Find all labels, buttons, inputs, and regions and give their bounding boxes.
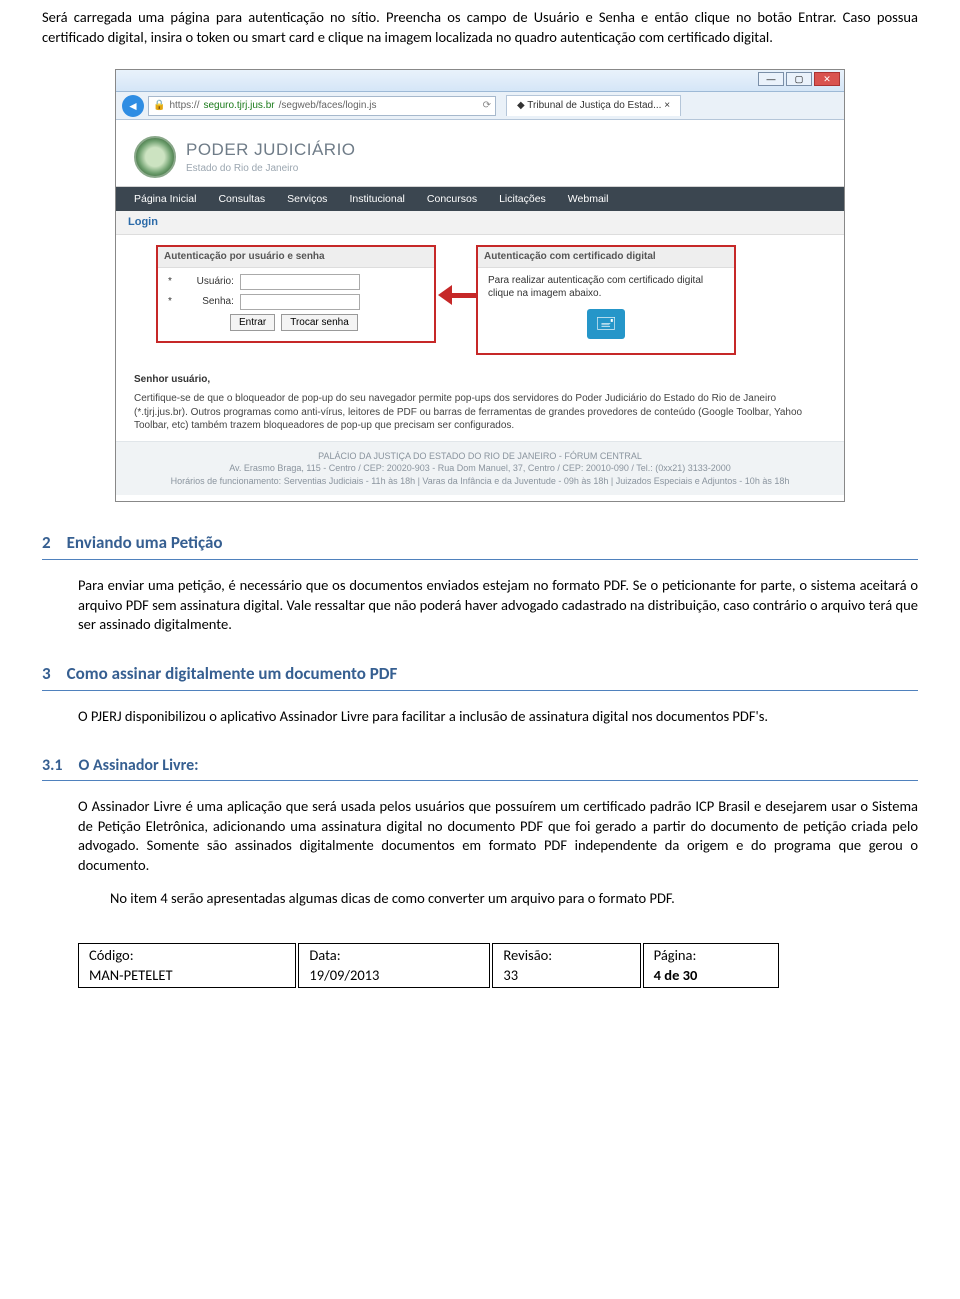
menu-item[interactable]: Concursos: [427, 192, 477, 206]
auth-row: Autenticação por usuário e senha * Usuár…: [116, 235, 844, 365]
url-field[interactable]: 🔒 https:// seguro.tjrj.jus.br/segweb/face…: [148, 96, 496, 116]
section-3-1-text: O Assinador Livre é uma aplicação que se…: [78, 797, 918, 875]
required-mark: *: [168, 275, 172, 289]
box-heading-left: Autenticação por usuário e senha: [158, 247, 434, 268]
main-menu: Página Inicial Consultas Serviços Instit…: [116, 187, 844, 211]
doc-footer-table: Código: MAN-PETELET Data: 19/09/2013 Rev…: [78, 943, 779, 988]
cell-data: Data: 19/09/2013: [297, 943, 491, 987]
site-title-block: PODER JUDICIÁRIO Estado do Rio de Janeir…: [186, 139, 356, 175]
section-3-body: O PJERJ disponibilizou o aplicativo Assi…: [78, 707, 918, 727]
close-button[interactable]: ✕: [814, 72, 840, 86]
site-footer: PALÁCIO DA JUSTIÇA DO ESTADO DO RIO DE J…: [116, 441, 844, 496]
codigo-label: Código:: [89, 946, 134, 964]
maximize-button[interactable]: ▢: [786, 72, 812, 86]
cell-codigo: Código: MAN-PETELET: [79, 943, 298, 987]
tab-favicon: ◆: [517, 100, 527, 111]
pagina-value: 4 de 30: [654, 966, 768, 986]
site-header: PODER JUDICIÁRIO Estado do Rio de Janeir…: [116, 130, 844, 187]
entrar-button[interactable]: Entrar: [230, 314, 275, 331]
url-path: /segweb/faces/login.js: [279, 99, 377, 113]
data-value: 19/09/2013: [309, 966, 479, 986]
notice-message: Certifique-se de que o bloqueador de pop…: [134, 392, 826, 433]
data-label: Data:: [309, 946, 340, 964]
revisao-value: 33: [503, 966, 629, 986]
label-usuario: Usuário:: [178, 275, 234, 289]
cell-pagina: Página: 4 de 30: [642, 943, 779, 987]
section-3-1-body: O Assinador Livre é uma aplicação que se…: [78, 797, 918, 875]
seal-icon: [134, 136, 176, 178]
menu-item[interactable]: Página Inicial: [134, 192, 196, 206]
footer-line-3: Horários de funcionamento: Serventias Ju…: [128, 475, 832, 488]
site-title: PODER JUDICIÁRIO: [186, 139, 356, 162]
pagina-label: Página:: [654, 946, 697, 964]
lock-icon: 🔒: [153, 99, 165, 113]
section-3-1-text-2: No item 4 serão apresentadas algumas dic…: [110, 889, 918, 909]
section-2-text: Para enviar uma petição, é necessário qu…: [78, 576, 918, 635]
senha-input[interactable]: [240, 294, 360, 310]
tab-title: Tribunal de Justiça do Estad...: [527, 100, 661, 111]
section-3-1-body-2: No item 4 serão apresentadas algumas dic…: [110, 889, 918, 909]
menu-item[interactable]: Licitações: [499, 192, 546, 206]
auth-cert-box: Autenticação com certificado digital Par…: [476, 245, 736, 355]
notice-greeting: Senhor usuário,: [134, 373, 826, 387]
section-2-title: Enviando uma Petição: [67, 532, 223, 555]
section-2-heading: 2 Enviando uma Petição: [42, 530, 918, 560]
page-content: PODER JUDICIÁRIO Estado do Rio de Janeir…: [116, 120, 844, 501]
auth-userpass-box: Autenticação por usuário e senha * Usuár…: [156, 245, 436, 343]
intro-paragraph: Será carregada uma página para autentica…: [42, 8, 918, 47]
popup-notice: Senhor usuário, Certifique-se de que o b…: [116, 365, 844, 441]
section-2-body: Para enviar uma petição, é necessário qu…: [78, 576, 918, 635]
section-3-1-number: 3.1: [42, 755, 63, 777]
back-button[interactable]: ◄: [122, 95, 144, 117]
refresh-icon[interactable]: ⟳: [483, 99, 491, 113]
section-3-title: Como assinar digitalmente um documento P…: [67, 663, 398, 686]
window-titlebar: — ▢ ✕: [116, 70, 844, 92]
minimize-button[interactable]: —: [758, 72, 784, 86]
codigo-value: MAN-PETELET: [89, 966, 285, 986]
menu-item[interactable]: Webmail: [568, 192, 609, 206]
usuario-input[interactable]: [240, 274, 360, 290]
section-3-1-heading: 3.1 O Assinador Livre:: [42, 753, 918, 782]
certificate-icon[interactable]: 🖃: [587, 309, 625, 339]
footer-line-1: PALÁCIO DA JUSTIÇA DO ESTADO DO RIO DE J…: [128, 450, 832, 463]
label-senha: Senha:: [178, 295, 234, 309]
section-2-number: 2: [42, 532, 51, 555]
address-bar: ◄ 🔒 https:// seguro.tjrj.jus.br/segweb/fa…: [116, 92, 844, 120]
login-label: Login: [116, 211, 844, 235]
url-scheme: https://: [169, 99, 199, 113]
cert-instruction: Para realizar autenticação com certifica…: [488, 274, 724, 301]
tab-close-icon[interactable]: ×: [661, 100, 670, 111]
trocar-senha-button[interactable]: Trocar senha: [281, 314, 358, 331]
section-3-heading: 3 Como assinar digitalmente um documento…: [42, 661, 918, 691]
section-3-number: 3: [42, 663, 51, 686]
section-3-text: O PJERJ disponibilizou o aplicativo Assi…: [78, 707, 918, 727]
menu-item[interactable]: Serviços: [287, 192, 327, 206]
footer-line-2: Av. Erasmo Braga, 115 - Centro / CEP: 20…: [128, 462, 832, 475]
required-mark: *: [168, 295, 172, 309]
site-subtitle: Estado do Rio de Janeiro: [186, 162, 356, 176]
login-screenshot: — ▢ ✕ ◄ 🔒 https:// seguro.tjrj.jus.br/seg…: [115, 69, 845, 502]
revisao-label: Revisão:: [503, 946, 552, 964]
box-heading-right: Autenticação com certificado digital: [478, 247, 734, 268]
menu-item[interactable]: Consultas: [218, 192, 265, 206]
intro-text: Será carregada uma página para autentica…: [42, 8, 918, 47]
url-host: seguro.tjrj.jus.br: [203, 99, 274, 113]
browser-tab[interactable]: ◆ Tribunal de Justiça do Estad... ×: [506, 95, 681, 116]
window-controls: — ▢ ✕: [758, 72, 840, 86]
menu-item[interactable]: Institucional: [349, 192, 404, 206]
section-3-1-title: O Assinador Livre:: [79, 755, 199, 777]
cell-revisao: Revisão: 33: [491, 943, 641, 987]
